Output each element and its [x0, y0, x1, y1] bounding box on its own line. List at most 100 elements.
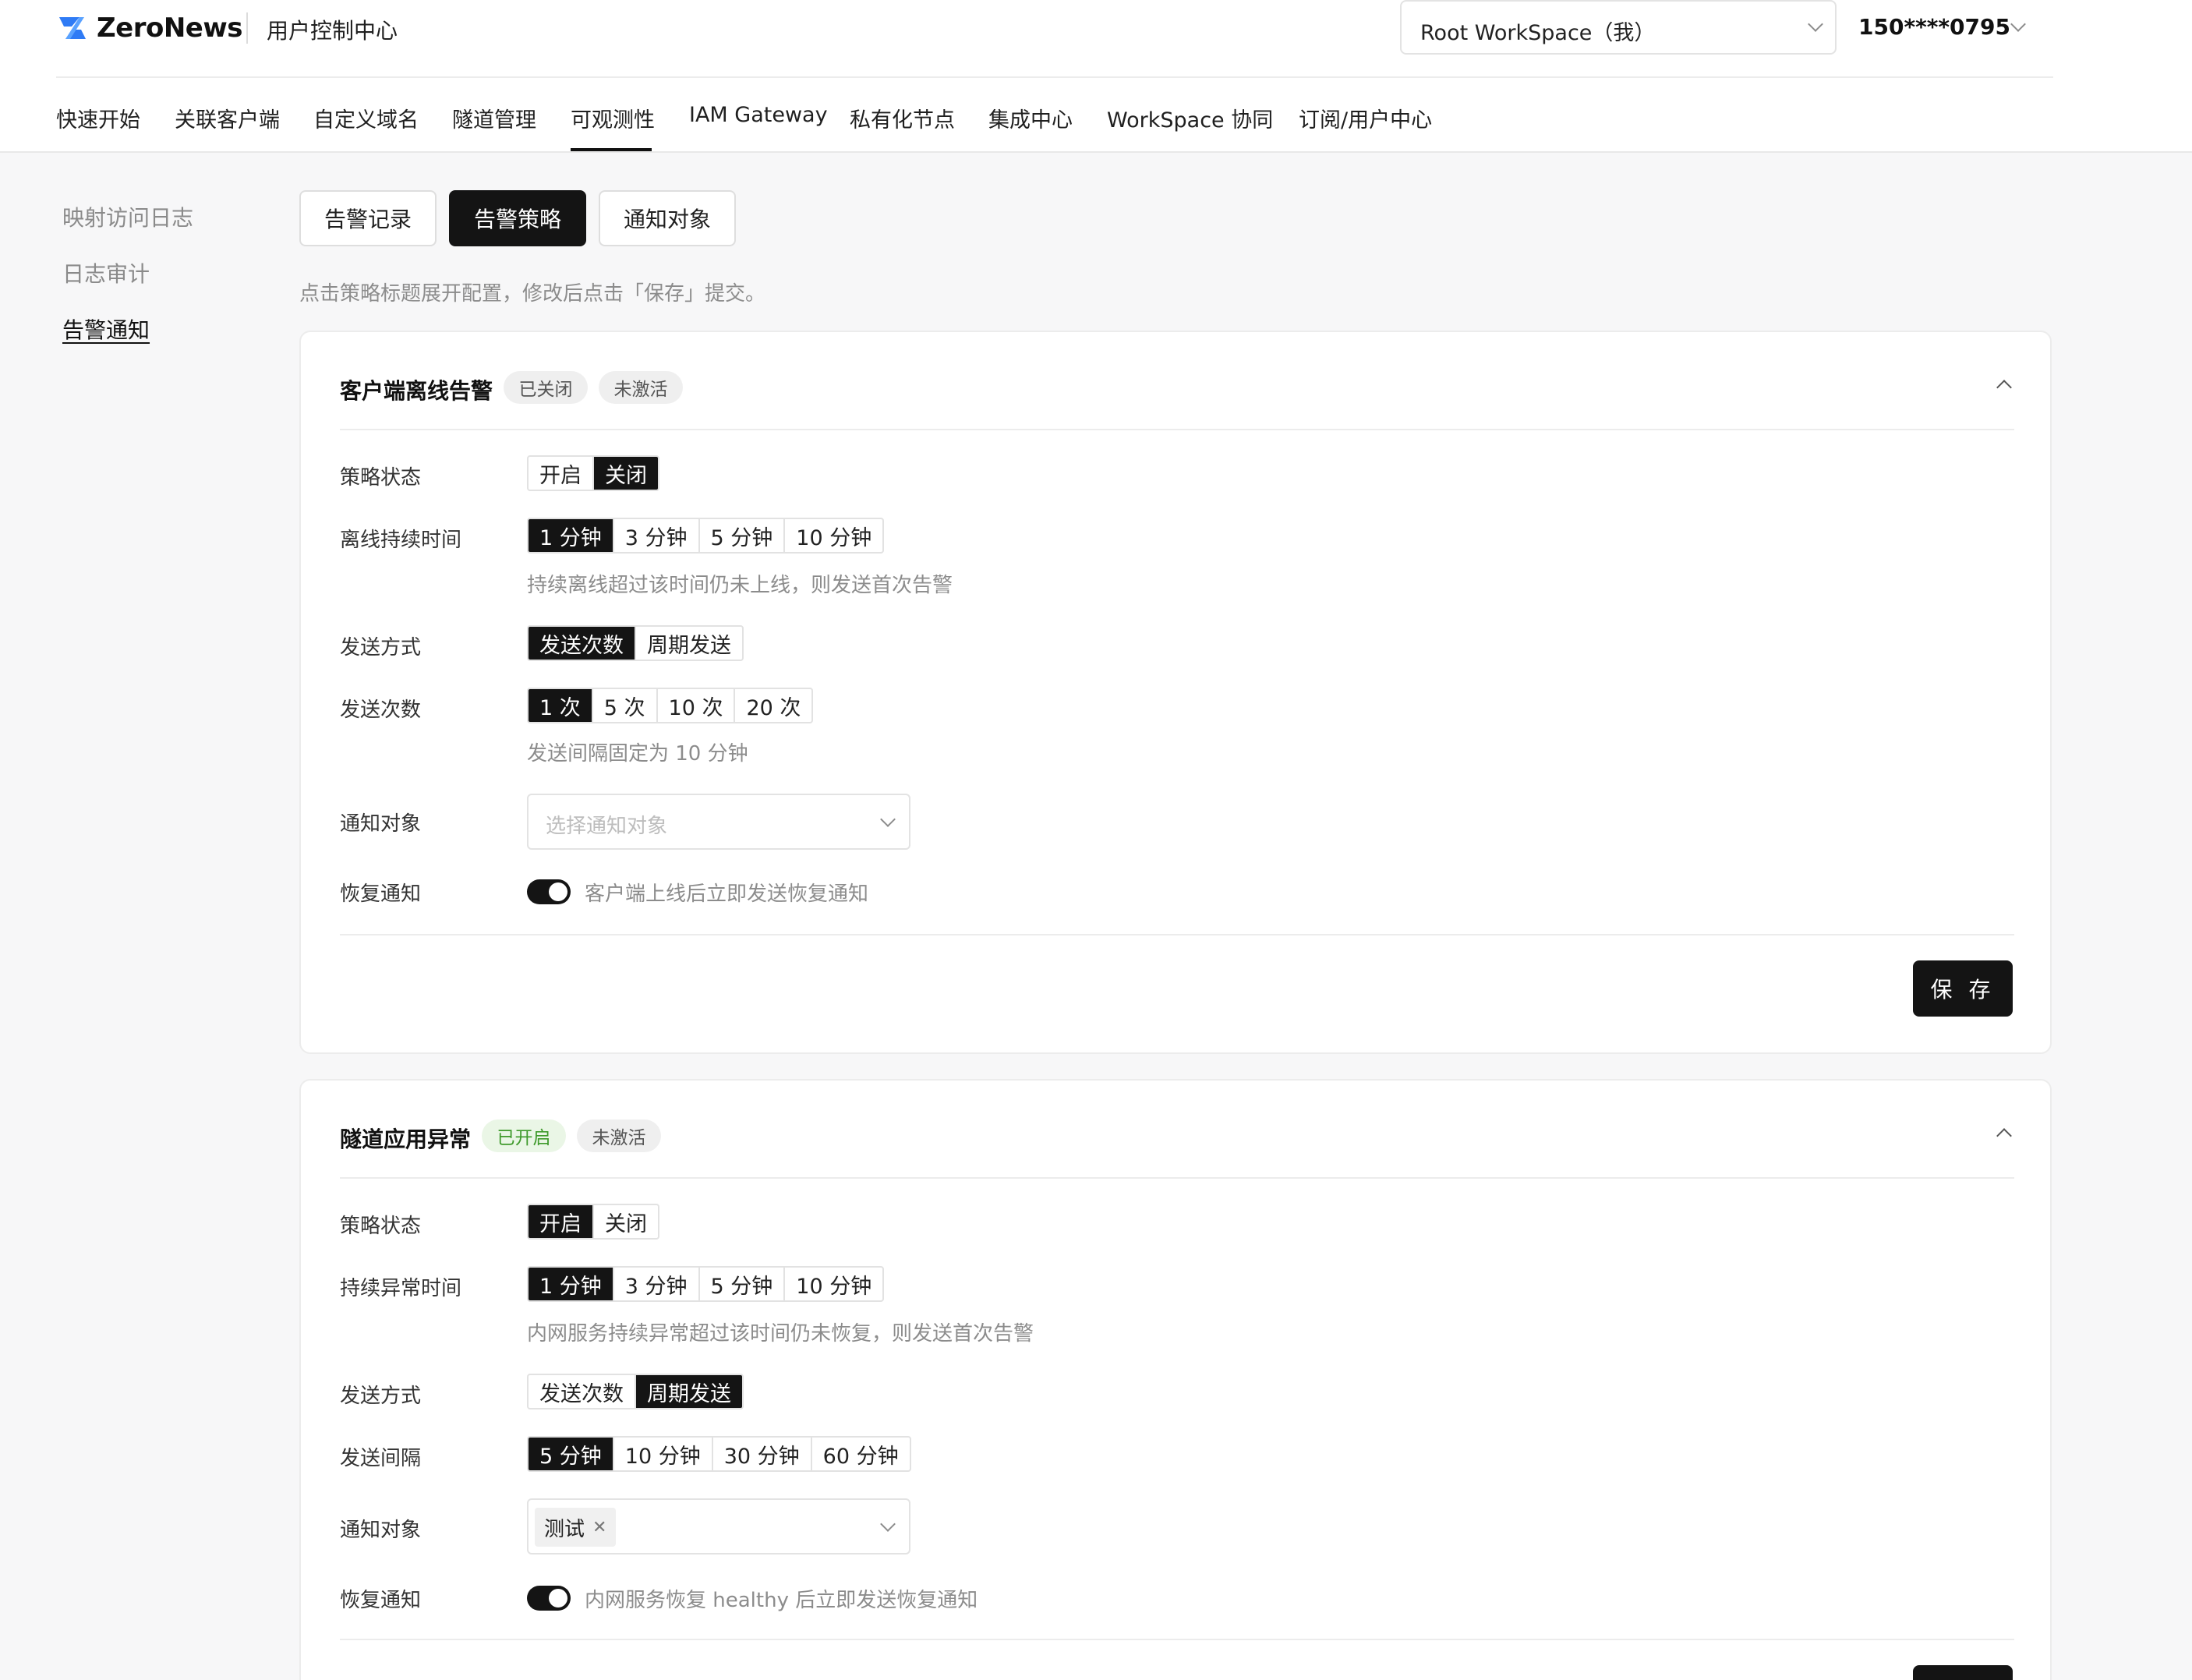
status-option-off[interactable]: 关闭: [594, 457, 658, 490]
method-option-count[interactable]: 发送次数: [529, 1375, 636, 1408]
workspace-select[interactable]: Root WorkSpace（我）: [1400, 0, 1837, 55]
duration-option-5min[interactable]: 5 分钟: [700, 1268, 786, 1300]
user-phone: 150****0795: [1858, 14, 2010, 40]
row-label-recovery-notify: 恢复通知: [340, 882, 422, 906]
side-item-log-audit[interactable]: 日志审计: [62, 257, 150, 288]
policy-hint: 点击策略标题展开配置，修改后点击「保存」提交。: [299, 282, 766, 306]
save-button[interactable]: 保 存: [1913, 960, 2013, 1017]
duration-option-5min[interactable]: 5 分钟: [700, 519, 786, 552]
row-label-notify-target: 通知对象: [340, 1519, 422, 1542]
duration-option-3min[interactable]: 3 分钟: [614, 519, 700, 552]
tab-alert-records[interactable]: 告警记录: [299, 190, 437, 246]
count-option-5[interactable]: 5 次: [593, 689, 658, 722]
row-label-anomaly-duration: 持续异常时间: [340, 1277, 462, 1300]
nav-private-nodes[interactable]: 私有化节点: [850, 103, 955, 133]
chevron-down-icon: [880, 1516, 896, 1532]
save-button[interactable]: [1913, 1665, 2013, 1680]
user-menu-chevron-icon[interactable]: [2010, 16, 2026, 32]
activation-badge: 未激活: [577, 1119, 661, 1152]
nav-workspace-collab[interactable]: WorkSpace 协同: [1107, 103, 1273, 133]
app-header: ZeroNews 用户控制中心 Root WorkSpace（我） 150***…: [0, 0, 2192, 153]
nav-observability[interactable]: 可观测性: [571, 103, 655, 133]
chevron-up-icon[interactable]: [1996, 1128, 2012, 1144]
nav-linked-clients[interactable]: 关联客户端: [175, 103, 280, 133]
duration-option-10min[interactable]: 10 分钟: [785, 1268, 882, 1300]
method-option-periodic[interactable]: 周期发送: [636, 1375, 742, 1408]
duration-option-10min[interactable]: 10 分钟: [785, 519, 882, 552]
brand-logo[interactable]: ZeroNews: [56, 11, 243, 45]
row-label-policy-status: 策略状态: [340, 1215, 422, 1238]
nav-iam-gateway[interactable]: IAM Gateway: [689, 103, 828, 127]
interval-option-60min[interactable]: 60 分钟: [812, 1438, 910, 1470]
chevron-down-icon: [880, 812, 896, 827]
policy-status-toggle-group: 开启 关闭: [527, 455, 659, 491]
brand-name: ZeroNews: [97, 12, 243, 44]
method-option-count[interactable]: 发送次数: [529, 627, 636, 660]
row-label-notify-target: 通知对象: [340, 812, 422, 836]
policy-card-tunnel-app-anomaly: 隧道应用异常 已开启 未激活 策略状态 开启 关闭 持续异常时间 1 分钟 3 …: [299, 1079, 2052, 1680]
brand-divider: [246, 12, 248, 44]
status-badge: 已开启: [482, 1119, 566, 1152]
nav-quick-start[interactable]: 快速开始: [56, 103, 140, 133]
policy-title[interactable]: 客户端离线告警: [340, 374, 493, 405]
row-label-recovery-notify: 恢复通知: [340, 1589, 422, 1612]
method-option-periodic[interactable]: 周期发送: [636, 627, 742, 660]
interval-option-10min[interactable]: 10 分钟: [614, 1438, 713, 1470]
status-badge: 已关闭: [504, 371, 588, 404]
status-option-on[interactable]: 开启: [529, 1205, 594, 1238]
activation-badge: 未激活: [599, 371, 683, 404]
send-count-help: 发送间隔固定为 10 分钟: [527, 742, 748, 766]
tab-notification-targets[interactable]: 通知对象: [599, 190, 736, 246]
tab-alert-policies[interactable]: 告警策略: [449, 190, 586, 246]
count-option-10[interactable]: 10 次: [658, 689, 736, 722]
row-label-offline-duration: 离线持续时间: [340, 529, 462, 552]
status-option-off[interactable]: 关闭: [594, 1205, 658, 1238]
status-option-on[interactable]: 开启: [529, 457, 594, 490]
tag-remove-icon[interactable]: ✕: [592, 1518, 606, 1537]
workspace-select-value: Root WorkSpace（我）: [1420, 21, 1656, 45]
chevron-down-icon: [1808, 16, 1823, 32]
recovery-notify-switch[interactable]: [527, 1586, 571, 1611]
side-item-alert-notification[interactable]: 告警通知: [62, 313, 150, 345]
row-label-send-count: 发送次数: [340, 699, 422, 722]
interval-option-30min[interactable]: 30 分钟: [713, 1438, 812, 1470]
card-divider: [340, 934, 2014, 935]
notify-target-select[interactable]: 选择通知对象: [527, 794, 910, 850]
duration-option-1min[interactable]: 1 分钟: [529, 1268, 614, 1300]
row-label-policy-status: 策略状态: [340, 466, 422, 490]
chevron-up-icon[interactable]: [1996, 380, 2012, 395]
recovery-notify-text: 内网服务恢复 healthy 后立即发送恢复通知: [585, 1589, 978, 1612]
console-title: 用户控制中心: [267, 18, 398, 44]
anomaly-duration-help: 内网服务持续异常超过该时间仍未恢复，则发送首次告警: [527, 1322, 1034, 1346]
nav-integration-center[interactable]: 集成中心: [988, 103, 1073, 133]
side-item-mapping-access-log[interactable]: 映射访问日志: [62, 201, 193, 232]
switch-knob: [549, 882, 567, 901]
nav-custom-domain[interactable]: 自定义域名: [313, 103, 419, 133]
policy-status-toggle-group: 开启 关闭: [527, 1204, 659, 1240]
recovery-notify-switch[interactable]: [527, 879, 571, 904]
notify-target-select[interactable]: 测试 ✕: [527, 1498, 910, 1554]
send-method-options: 发送次数 周期发送: [527, 1374, 744, 1409]
count-option-20[interactable]: 20 次: [735, 689, 811, 722]
notify-target-placeholder: 选择通知对象: [546, 815, 668, 838]
card-divider: [340, 1639, 2014, 1640]
offline-duration-help: 持续离线超过该时间仍未上线，则发送首次告警: [527, 574, 953, 597]
policy-card-client-offline: 客户端离线告警 已关闭 未激活 策略状态 开启 关闭 离线持续时间 1 分钟 3…: [299, 331, 2052, 1054]
duration-option-1min[interactable]: 1 分钟: [529, 519, 614, 552]
zeronews-logo-icon: [59, 17, 86, 39]
tag-label: 测试: [544, 1517, 585, 1541]
policy-title[interactable]: 隧道应用异常: [340, 1123, 471, 1154]
nav-subscription-user-center[interactable]: 订阅/用户中心: [1299, 103, 1432, 133]
top-bar: ZeroNews 用户控制中心 Root WorkSpace（我） 150***…: [56, 0, 2053, 78]
duration-option-3min[interactable]: 3 分钟: [614, 1268, 700, 1300]
interval-option-5min[interactable]: 5 分钟: [529, 1438, 614, 1470]
notify-target-tag: 测试 ✕: [535, 1508, 617, 1547]
offline-duration-options: 1 分钟 3 分钟 5 分钟 10 分钟: [527, 518, 885, 554]
count-option-1[interactable]: 1 次: [529, 689, 593, 722]
card-divider: [340, 1177, 2014, 1179]
nav-active-indicator: [571, 148, 652, 151]
send-count-options: 1 次 5 次 10 次 20 次: [527, 688, 814, 723]
nav-tunnel-management[interactable]: 隧道管理: [452, 103, 536, 133]
row-label-send-method: 发送方式: [340, 1385, 422, 1408]
user-menu[interactable]: 150****0795: [1858, 14, 2010, 40]
